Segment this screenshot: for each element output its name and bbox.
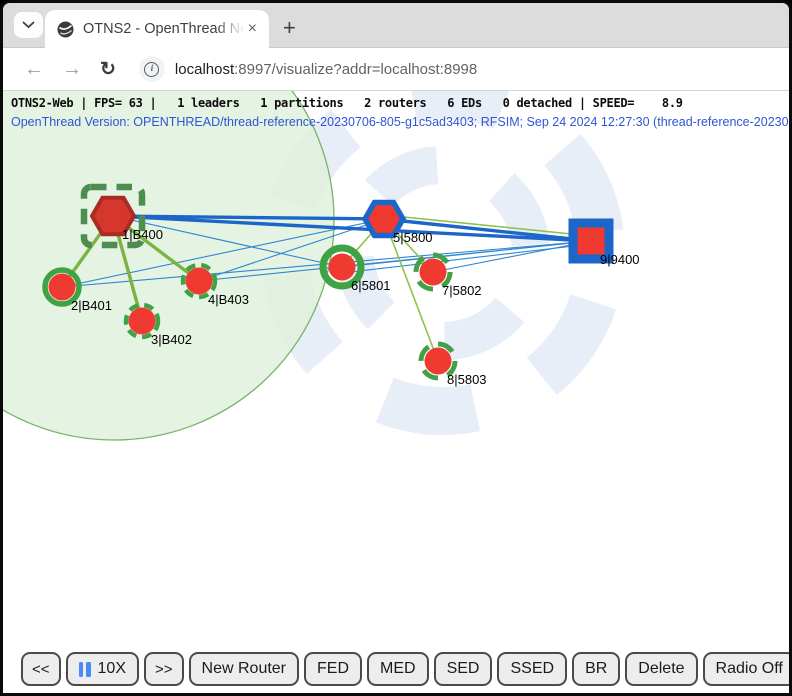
- url-path: :8997/visualize?addr=localhost:8998: [234, 61, 477, 78]
- link-6-9: [342, 241, 591, 267]
- node-8-5803-label: 8|5803: [447, 372, 487, 387]
- step-forward-button[interactable]: >>: [144, 652, 184, 686]
- tab-favicon-icon: [57, 21, 74, 38]
- node-7-5802[interactable]: [420, 259, 447, 286]
- site-info-button[interactable]: i: [139, 56, 165, 82]
- chevron-down-icon: [22, 21, 35, 29]
- back-button[interactable]: ←: [15, 55, 53, 83]
- browser-window: OTNS2 - OpenThread Ne × + ← → ↻ i localh…: [0, 0, 792, 696]
- step-back-button[interactable]: <<: [21, 652, 61, 686]
- forward-button[interactable]: →: [53, 55, 91, 83]
- delete-button[interactable]: Delete: [625, 652, 697, 686]
- speed-label: 10X: [98, 660, 126, 678]
- action-toolbar: << 10X >> New Router FED MED SED SSED BR…: [21, 652, 789, 686]
- tab-title-fade: [216, 21, 244, 37]
- node-6-5801[interactable]: [329, 254, 356, 281]
- node-9-9400-label: 9|9400: [600, 252, 640, 267]
- tab-search-button[interactable]: [14, 12, 43, 38]
- tab-strip: OTNS2 - OpenThread Ne × +: [3, 3, 789, 48]
- tab-title: OTNS2 - OpenThread Ne: [83, 21, 244, 37]
- status-line: OTNS2-Web | FPS= 63 | 1 leaders 1 partit…: [11, 96, 683, 110]
- node-4-B403[interactable]: [186, 268, 213, 295]
- tab-close-icon[interactable]: ×: [244, 21, 261, 37]
- url-text[interactable]: localhost:8997/visualize?addr=localhost:…: [175, 61, 477, 78]
- topology-svg: 1|B400 2|B401 3|B402 4|B403 5|5800 6|5801 7|58…: [3, 91, 789, 693]
- node-4-B403-label: 4|B403: [208, 292, 249, 307]
- new-tab-button[interactable]: +: [283, 17, 296, 39]
- new-ssed-button[interactable]: SSED: [497, 652, 567, 686]
- browser-tab[interactable]: OTNS2 - OpenThread Ne ×: [45, 10, 269, 48]
- reload-button[interactable]: ↻: [91, 56, 125, 83]
- speed-button[interactable]: 10X: [66, 652, 139, 686]
- new-sed-button[interactable]: SED: [434, 652, 493, 686]
- node-1-B400-label: 1|B400: [122, 227, 163, 242]
- radio-range-circle: [3, 91, 334, 440]
- node-5-5800-label: 5|5800: [393, 230, 433, 245]
- info-icon: i: [144, 62, 159, 77]
- new-fed-button[interactable]: FED: [304, 652, 362, 686]
- radio-off-button[interactable]: Radio Off: [703, 652, 789, 686]
- node-2-B401-label: 2|B401: [71, 298, 112, 313]
- node-3-B402[interactable]: [129, 308, 156, 335]
- node-6-5801-label: 6|5801: [351, 278, 391, 293]
- new-med-button[interactable]: MED: [367, 652, 429, 686]
- node-2-B401[interactable]: [49, 274, 76, 301]
- node-8-5803[interactable]: [425, 348, 452, 375]
- new-br-button[interactable]: BR: [572, 652, 620, 686]
- address-bar: ← → ↻ i localhost:8997/visualize?addr=lo…: [3, 48, 789, 91]
- url-host: localhost: [175, 61, 234, 78]
- otns-canvas[interactable]: 1|B400 2|B401 3|B402 4|B403 5|5800 6|5801 7|58…: [3, 91, 789, 693]
- new-router-button[interactable]: New Router: [189, 652, 299, 686]
- pause-icon: [79, 662, 91, 677]
- node-7-5802-label: 7|5802: [442, 283, 482, 298]
- version-line: OpenThread Version: OPENTHREAD/thread-re…: [11, 115, 789, 129]
- node-3-B402-label: 3|B402: [151, 332, 192, 347]
